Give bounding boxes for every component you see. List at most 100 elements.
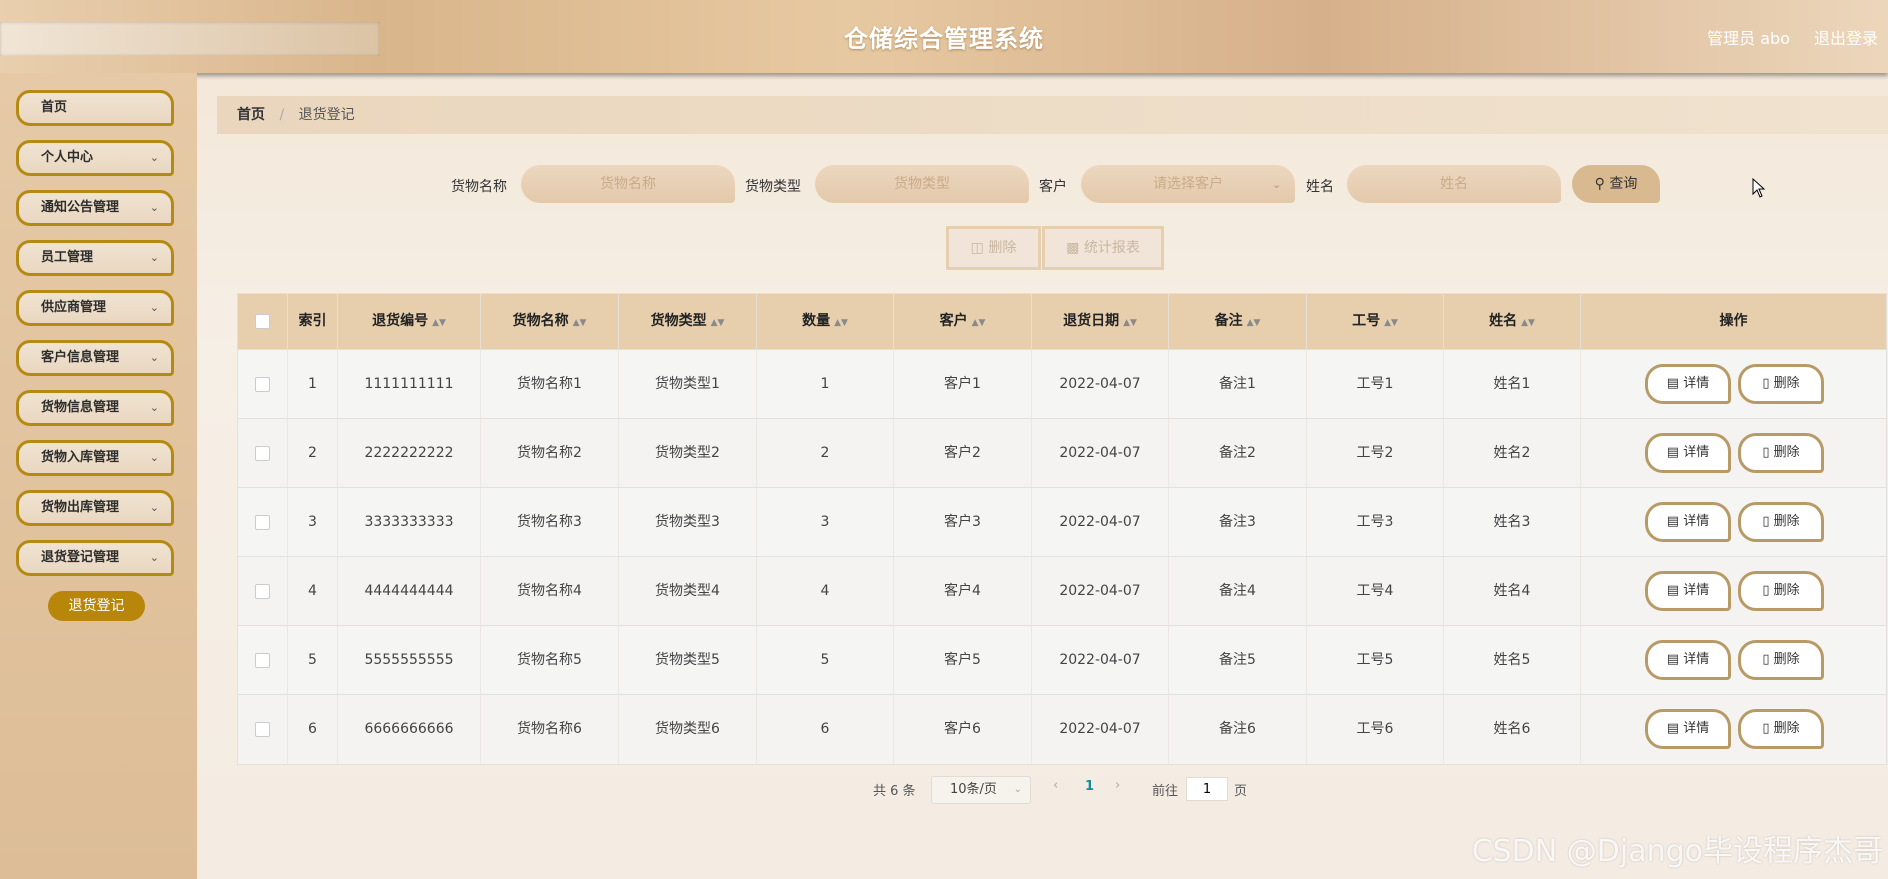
detail-button[interactable]: ▤ 详情 xyxy=(1645,502,1731,542)
sort-icon[interactable]: ▲▼ xyxy=(1384,318,1398,328)
sidebar-item-returns[interactable]: 退货登记管理 ⌄ xyxy=(16,540,174,576)
col-goods-type[interactable]: 货物类型 ▲▼ xyxy=(619,294,757,349)
sidebar-item-label: 货物信息管理 xyxy=(41,400,120,415)
goods-name-label: 货物名称 xyxy=(451,179,507,195)
sidebar-item-goods[interactable]: 货物信息管理 ⌄ xyxy=(16,390,174,426)
col-note[interactable]: 备注 ▲▼ xyxy=(1169,294,1307,349)
document-icon: ▤ xyxy=(1666,445,1684,460)
row-select-cell xyxy=(238,557,288,626)
col-label: 货物类型 xyxy=(650,313,707,329)
row-checkbox[interactable] xyxy=(255,376,270,392)
sidebar-item-personal-center[interactable]: 个人中心 ⌄ xyxy=(16,140,174,176)
cell-actions: ▤ 详情 ▯ 删除 xyxy=(1581,350,1886,419)
detail-button[interactable]: ▤ 详情 xyxy=(1645,433,1731,473)
sort-icon[interactable]: ▲▼ xyxy=(1123,318,1137,328)
sort-icon[interactable]: ▲▼ xyxy=(711,318,725,328)
sidebar-item-employee[interactable]: 员工管理 ⌄ xyxy=(16,240,174,276)
table-row: 3 3333333333 货物名称3 货物类型3 3 客户3 2022-04-07 备注3 工号… xyxy=(238,487,1886,557)
row-checkbox[interactable] xyxy=(255,583,270,599)
row-delete-label: 删除 xyxy=(1773,376,1800,391)
row-delete-button[interactable]: ▯ 删除 xyxy=(1738,364,1824,404)
row-checkbox[interactable] xyxy=(255,445,270,461)
cell-index: 4 xyxy=(288,557,338,626)
cell-goods-name: 货物名称4 xyxy=(481,557,619,626)
chevron-down-icon: ⌄ xyxy=(149,401,159,414)
sort-icon[interactable]: ▲▼ xyxy=(1521,318,1535,328)
cell-qty: 1 xyxy=(757,350,894,419)
cell-customer: 客户2 xyxy=(894,419,1032,488)
goto-page-input[interactable] xyxy=(1186,777,1228,801)
row-delete-button[interactable]: ▯ 删除 xyxy=(1738,433,1824,473)
sidebar-item-label: 供应商管理 xyxy=(41,300,107,315)
col-return-no[interactable]: 退货编号 ▲▼ xyxy=(338,294,481,349)
goods-type-input[interactable] xyxy=(815,165,1029,203)
breadcrumb-home[interactable]: 首页 xyxy=(237,107,265,123)
row-checkbox[interactable] xyxy=(255,652,270,668)
sidebar-item-supplier[interactable]: 供应商管理 ⌄ xyxy=(16,290,174,326)
sort-icon[interactable]: ▲▼ xyxy=(432,318,446,328)
goods-name-input[interactable] xyxy=(521,165,735,203)
document-icon: ▤ xyxy=(1666,376,1684,391)
logout-link[interactable]: 退出登录 xyxy=(1814,25,1878,49)
sidebar-item-goods-in[interactable]: 货物入库管理 ⌄ xyxy=(16,440,174,476)
row-delete-button[interactable]: ▯ 删除 xyxy=(1738,502,1824,542)
batch-delete-button[interactable]: ◫ 删除 xyxy=(946,226,1041,270)
prev-page-button[interactable]: ‹ xyxy=(1053,778,1058,793)
sidebar-item-customer[interactable]: 客户信息管理 ⌄ xyxy=(16,340,174,376)
sort-icon[interactable]: ▲▼ xyxy=(1247,318,1261,328)
cell-qty: 6 xyxy=(757,695,894,764)
query-button[interactable]: ⚲ 查询 xyxy=(1572,165,1660,203)
page-size-select[interactable]: 10条/页 ⌄ xyxy=(931,776,1031,804)
sidebar-item-notice[interactable]: 通知公告管理 ⌄ xyxy=(16,190,174,226)
row-select-cell xyxy=(238,419,288,488)
col-name[interactable]: 姓名 ▲▼ xyxy=(1444,294,1581,349)
cell-emp-no: 工号2 xyxy=(1307,419,1444,488)
statistics-report-button[interactable]: ▩ 统计报表 xyxy=(1042,226,1164,270)
table-body: 1 1111111111 货物名称1 货物类型1 1 客户1 2022-04-07 备注1 工号… xyxy=(238,349,1886,764)
next-page-button[interactable]: › xyxy=(1115,778,1120,793)
detail-button[interactable]: ▤ 详情 xyxy=(1645,709,1731,749)
sidebar-item-home[interactable]: 首页 xyxy=(16,90,174,126)
detail-button[interactable]: ▤ 详情 xyxy=(1645,364,1731,404)
col-goods-name[interactable]: 货物名称 ▲▼ xyxy=(481,294,619,349)
cell-name: 姓名4 xyxy=(1444,557,1581,626)
chevron-down-icon: ⌄ xyxy=(149,451,159,464)
cell-actions: ▤ 详情 ▯ 删除 xyxy=(1581,695,1886,764)
sidebar-subitem-return-register[interactable]: 退货登记 xyxy=(48,591,145,621)
row-checkbox[interactable] xyxy=(255,721,270,737)
page-number-current[interactable]: 1 xyxy=(1085,779,1094,794)
cell-return-no: 4444444444 xyxy=(338,557,481,626)
row-delete-label: 删除 xyxy=(1773,721,1800,736)
customer-select[interactable] xyxy=(1081,165,1295,203)
row-checkbox[interactable] xyxy=(255,514,270,530)
cell-customer: 客户3 xyxy=(894,488,1032,557)
cell-index: 1 xyxy=(288,350,338,419)
cell-customer: 客户1 xyxy=(894,350,1032,419)
row-delete-button[interactable]: ▯ 删除 xyxy=(1738,640,1824,680)
sort-icon[interactable]: ▲▼ xyxy=(972,318,986,328)
detail-button[interactable]: ▤ 详情 xyxy=(1645,640,1731,680)
document-icon: ▤ xyxy=(1666,721,1684,736)
row-delete-label: 删除 xyxy=(1773,583,1800,598)
col-emp-no[interactable]: 工号 ▲▼ xyxy=(1307,294,1444,349)
col-customer[interactable]: 客户 ▲▼ xyxy=(894,294,1032,349)
cell-return-no: 5555555555 xyxy=(338,626,481,695)
table-row: 2 2222222222 货物名称2 货物类型2 2 客户2 2022-04-07 备注2 工号… xyxy=(238,418,1886,488)
row-select-cell xyxy=(238,626,288,695)
sidebar-item-goods-out[interactable]: 货物出库管理 ⌄ xyxy=(16,490,174,526)
detail-button[interactable]: ▤ 详情 xyxy=(1645,571,1731,611)
col-date[interactable]: 退货日期 ▲▼ xyxy=(1032,294,1169,349)
breadcrumb-current: 退货登记 xyxy=(298,107,355,123)
cell-goods-type: 货物类型1 xyxy=(619,350,757,419)
sort-icon[interactable]: ▲▼ xyxy=(573,318,587,328)
row-delete-button[interactable]: ▯ 删除 xyxy=(1738,709,1824,749)
cell-qty: 5 xyxy=(757,626,894,695)
select-all-checkbox[interactable] xyxy=(255,313,270,329)
name-input[interactable] xyxy=(1347,165,1561,203)
col-qty[interactable]: 数量 ▲▼ xyxy=(757,294,894,349)
sort-icon[interactable]: ▲▼ xyxy=(834,318,848,328)
customer-label: 客户 xyxy=(1039,179,1067,195)
row-delete-button[interactable]: ▯ 删除 xyxy=(1738,571,1824,611)
cell-goods-name: 货物名称5 xyxy=(481,626,619,695)
chevron-down-icon: ⌄ xyxy=(149,301,159,314)
